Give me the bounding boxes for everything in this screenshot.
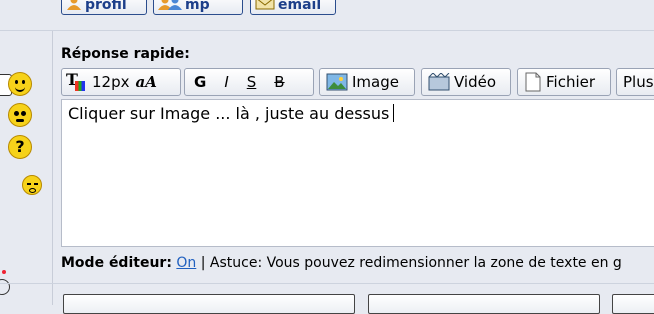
text-caret (393, 104, 395, 122)
users-icon (158, 0, 182, 14)
editor-toolbar: T 12px aA G I S B Image Vidéo Fichier Pl… (61, 68, 654, 98)
question-icon[interactable]: ? (8, 135, 32, 159)
file-icon (518, 69, 546, 95)
mode-label: Mode éditeur: (61, 255, 172, 271)
video-label: Vidéo (454, 73, 497, 91)
clock-icon[interactable] (0, 279, 10, 295)
font-group: T 12px aA (61, 68, 181, 96)
italic-button[interactable]: I (215, 69, 237, 95)
divider-bottom (0, 283, 654, 284)
user-icon (66, 0, 82, 14)
pm-label: mp (185, 0, 210, 13)
file-button[interactable]: Fichier (517, 68, 611, 96)
sleepy-icon[interactable] (22, 175, 42, 195)
file-label: Fichier (546, 73, 596, 91)
email-button[interactable]: email (250, 0, 336, 15)
style-group: G I S B (184, 68, 314, 96)
image-icon (320, 69, 352, 95)
email-label: email (278, 0, 322, 13)
profile-button[interactable]: profil (61, 0, 147, 15)
more-button[interactable]: Plus (616, 68, 654, 96)
submit-button[interactable] (368, 294, 600, 314)
message-textarea[interactable]: Cliquer sur Image ... là , juste au dess… (61, 99, 654, 247)
image-label: Image (352, 73, 399, 91)
top-bar: profil mp email (0, 0, 654, 30)
font-color-button[interactable]: T (62, 69, 90, 95)
pm-button[interactable]: mp (153, 0, 243, 15)
editor-text: Cliquer sur Image ... là , juste au dess… (68, 104, 390, 123)
preview-button[interactable] (63, 294, 355, 314)
more-label: Plus (623, 73, 654, 91)
extra-button[interactable] (612, 294, 654, 314)
mode-toggle-link[interactable]: On (176, 255, 196, 271)
bold-button[interactable]: G (185, 69, 215, 95)
image-button[interactable]: Image (319, 68, 415, 96)
smile-icon[interactable] (8, 72, 32, 96)
underline-button[interactable]: S (238, 69, 266, 95)
font-color-icon: T (66, 70, 86, 92)
video-button[interactable]: Vidéo (421, 68, 511, 96)
video-icon (422, 69, 454, 95)
worried-icon[interactable] (8, 103, 32, 127)
status-dot (2, 270, 6, 274)
resize-tip: | Astuce: Vous pouvez redimensionner la … (200, 255, 622, 271)
profile-label: profil (85, 0, 127, 13)
smiley-panel: ? (0, 31, 52, 305)
quick-reply-title: Réponse rapide: (61, 46, 190, 62)
quick-reply-panel: Réponse rapide: T 12px aA G I S B Image (52, 31, 654, 305)
strike-button[interactable]: B (265, 69, 293, 95)
envelope-icon (255, 0, 275, 14)
font-family-button[interactable]: aA (132, 69, 161, 95)
font-size-select[interactable]: 12px (90, 69, 132, 95)
editor-mode-line: Mode éditeur: On | Astuce: Vous pouvez r… (61, 255, 622, 271)
